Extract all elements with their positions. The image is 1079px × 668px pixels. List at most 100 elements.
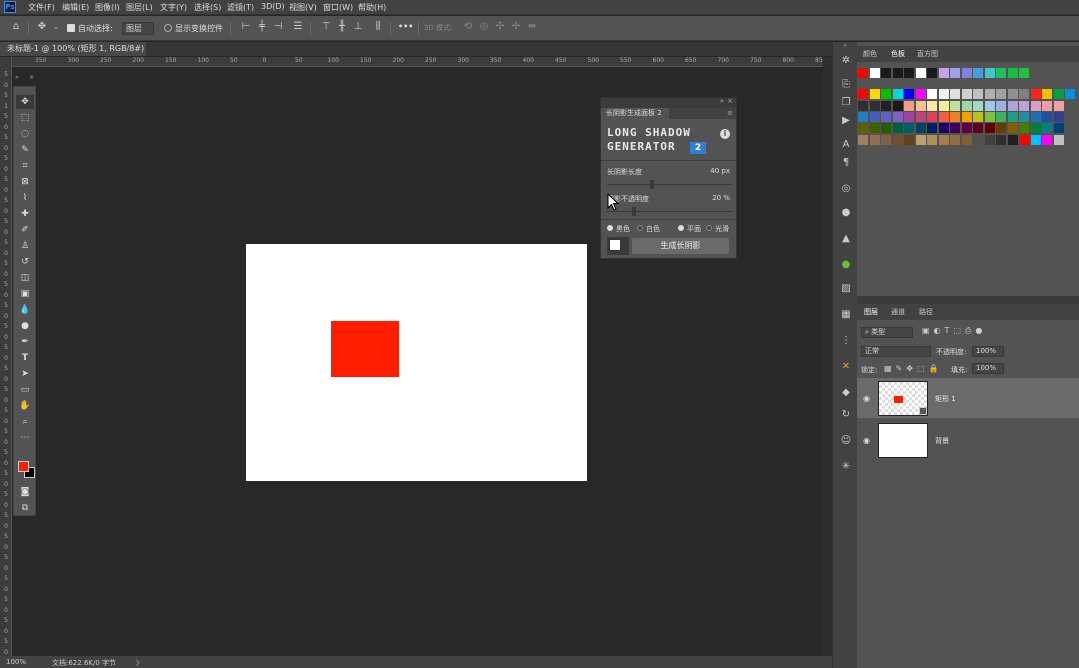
tab-histogram[interactable]: 直方图 — [917, 49, 938, 59]
color-swatch[interactable] — [1053, 100, 1064, 111]
vertical-scrollbar[interactable] — [823, 57, 832, 656]
zoom-tool-icon[interactable]: ⌕ — [16, 415, 34, 429]
dots-grid-icon[interactable]: ⋮ — [839, 334, 853, 348]
align-middle-icon[interactable]: ╫ — [336, 20, 348, 34]
color-swatch[interactable] — [869, 111, 880, 122]
color-swatch[interactable] — [996, 123, 1006, 134]
sparkle-icon[interactable]: ✳ — [839, 460, 853, 474]
color-swatch[interactable] — [984, 123, 995, 134]
color-swatch[interactable] — [858, 100, 868, 111]
color-swatch[interactable] — [961, 68, 972, 78]
zoom-level[interactable]: 100% — [6, 658, 26, 666]
tab-channels[interactable]: 通道 — [891, 307, 905, 317]
color-swatch[interactable] — [1007, 123, 1018, 134]
tab-color[interactable]: 颜色 — [863, 49, 877, 59]
color-swatch[interactable] — [973, 123, 983, 134]
color-swatch[interactable] — [881, 89, 891, 100]
color-swatch[interactable] — [1042, 123, 1052, 134]
layer-row-rectangle[interactable]: ◉ 矩形 1 — [857, 378, 1079, 418]
radio-smooth[interactable] — [706, 225, 712, 231]
character-icon[interactable]: A — [839, 138, 853, 152]
3d-slide-icon[interactable]: ✢ — [510, 20, 522, 34]
align-right-icon[interactable]: ⊣ — [272, 20, 284, 34]
color-swatch[interactable] — [961, 111, 972, 122]
3d-pan-icon[interactable]: ✣ — [494, 20, 506, 34]
shadow-length-track[interactable] — [607, 184, 731, 185]
menu-edit[interactable]: 编辑(E) — [62, 2, 89, 13]
generate-long-shadow-button[interactable]: 生成长阴影 — [632, 238, 729, 254]
radio-flat[interactable] — [678, 225, 684, 231]
color-swatch[interactable] — [950, 100, 960, 111]
refresh-icon[interactable]: ↻ — [839, 408, 853, 422]
color-swatch[interactable] — [892, 111, 903, 122]
opacity-field[interactable]: 100% — [972, 346, 1004, 357]
color-swatch[interactable] — [858, 123, 868, 134]
info-icon[interactable]: i — [720, 129, 730, 139]
color-swatch[interactable] — [1053, 134, 1064, 145]
fill-field[interactable]: 100% — [972, 363, 1004, 374]
pen-tool-icon[interactable]: ✒ — [16, 335, 34, 349]
color-swatch[interactable] — [1053, 89, 1064, 100]
lock-artboard-icon[interactable]: ⬚ — [917, 364, 929, 373]
align-bottom-icon[interactable]: ⊥ — [352, 20, 364, 34]
color-swatch[interactable] — [973, 68, 983, 78]
hand-tool-icon[interactable]: ✋ — [16, 399, 34, 413]
eyedropper-tool-icon[interactable]: ⌇ — [16, 191, 34, 205]
pixel-filter-icon[interactable]: ▣ — [922, 326, 934, 335]
color-swatch[interactable] — [904, 123, 914, 134]
color-swatch[interactable] — [973, 100, 983, 111]
actions-play-icon[interactable]: ▶ — [839, 114, 853, 128]
lock-position-icon[interactable]: ✥ — [906, 364, 917, 373]
menu-help[interactable]: 帮助(H) — [358, 2, 386, 13]
3d-scale-icon[interactable]: ⇹ — [526, 20, 538, 34]
color-swatch[interactable] — [961, 134, 972, 145]
color-swatch[interactable] — [1042, 111, 1052, 122]
plugin-pp-icon[interactable]: ● — [839, 258, 853, 272]
type-tool-icon[interactable]: T — [16, 351, 34, 365]
lasso-tool-icon[interactable]: ◌ — [16, 127, 34, 141]
color-swatch[interactable] — [961, 123, 972, 134]
color-swatch[interactable] — [904, 111, 914, 122]
close-icon[interactable]: × — [29, 74, 34, 81]
color-swatch[interactable] — [1007, 111, 1018, 122]
layer-comps-icon[interactable]: ❐ — [839, 96, 853, 110]
eraser-tool-icon[interactable]: ◫ — [16, 271, 34, 285]
color-swatch[interactable] — [1042, 134, 1052, 145]
color-swatch[interactable] — [938, 134, 949, 145]
lock-all-icon[interactable]: 🔒 — [929, 364, 943, 373]
quick-mask-icon[interactable]: ◙ — [16, 485, 34, 499]
align-left-icon[interactable]: ⊢ — [240, 20, 252, 34]
distribute-icon[interactable]: ☰ — [292, 20, 304, 34]
color-swatch[interactable] — [950, 68, 960, 78]
cone-icon[interactable]: ▲ — [839, 232, 853, 246]
color-swatch[interactable] — [904, 68, 914, 78]
3d-rotate-icon[interactable]: ⟲ — [462, 20, 474, 34]
color-swatch[interactable] — [938, 100, 949, 111]
history-icon[interactable]: ⎘ — [839, 78, 853, 92]
menu-layer[interactable]: 图层(L) — [126, 2, 153, 13]
brush-tool-icon[interactable]: ✐ — [16, 223, 34, 237]
radio-black[interactable] — [607, 225, 613, 231]
color-swatch[interactable] — [1053, 111, 1064, 122]
color-swatch[interactable] — [858, 68, 868, 78]
adjustments-icon[interactable]: ◎ — [839, 182, 853, 196]
color-swatch[interactable] — [892, 100, 903, 111]
layer-filter-dropdown[interactable]: ⌕ 类型 — [861, 327, 913, 338]
color-swatch[interactable] — [973, 111, 983, 122]
shape-filter-icon[interactable]: ⬚ — [953, 326, 965, 335]
menu-file[interactable]: 文件(F) — [28, 2, 55, 13]
color-swatch[interactable] — [1019, 111, 1029, 122]
paragraph-icon[interactable]: ¶ — [839, 156, 853, 170]
status-menu-arrow[interactable]: 〉 — [136, 658, 143, 668]
color-swatch[interactable] — [996, 111, 1006, 122]
adjustment-filter-icon[interactable]: ◐ — [934, 326, 945, 335]
color-swatch[interactable] — [1019, 89, 1029, 100]
smart-object-filter-icon[interactable]: ⎙ — [965, 326, 975, 335]
tab-layers[interactable]: 图层 — [864, 307, 878, 317]
color-swatch[interactable] — [996, 100, 1006, 111]
color-swatch[interactable] — [1019, 134, 1029, 145]
color-swatch[interactable] — [892, 89, 903, 100]
color-swatch[interactable] — [892, 68, 903, 78]
color-swatch[interactable] — [984, 100, 995, 111]
distribute-vertical-icon[interactable]: ⫼ — [372, 20, 384, 34]
